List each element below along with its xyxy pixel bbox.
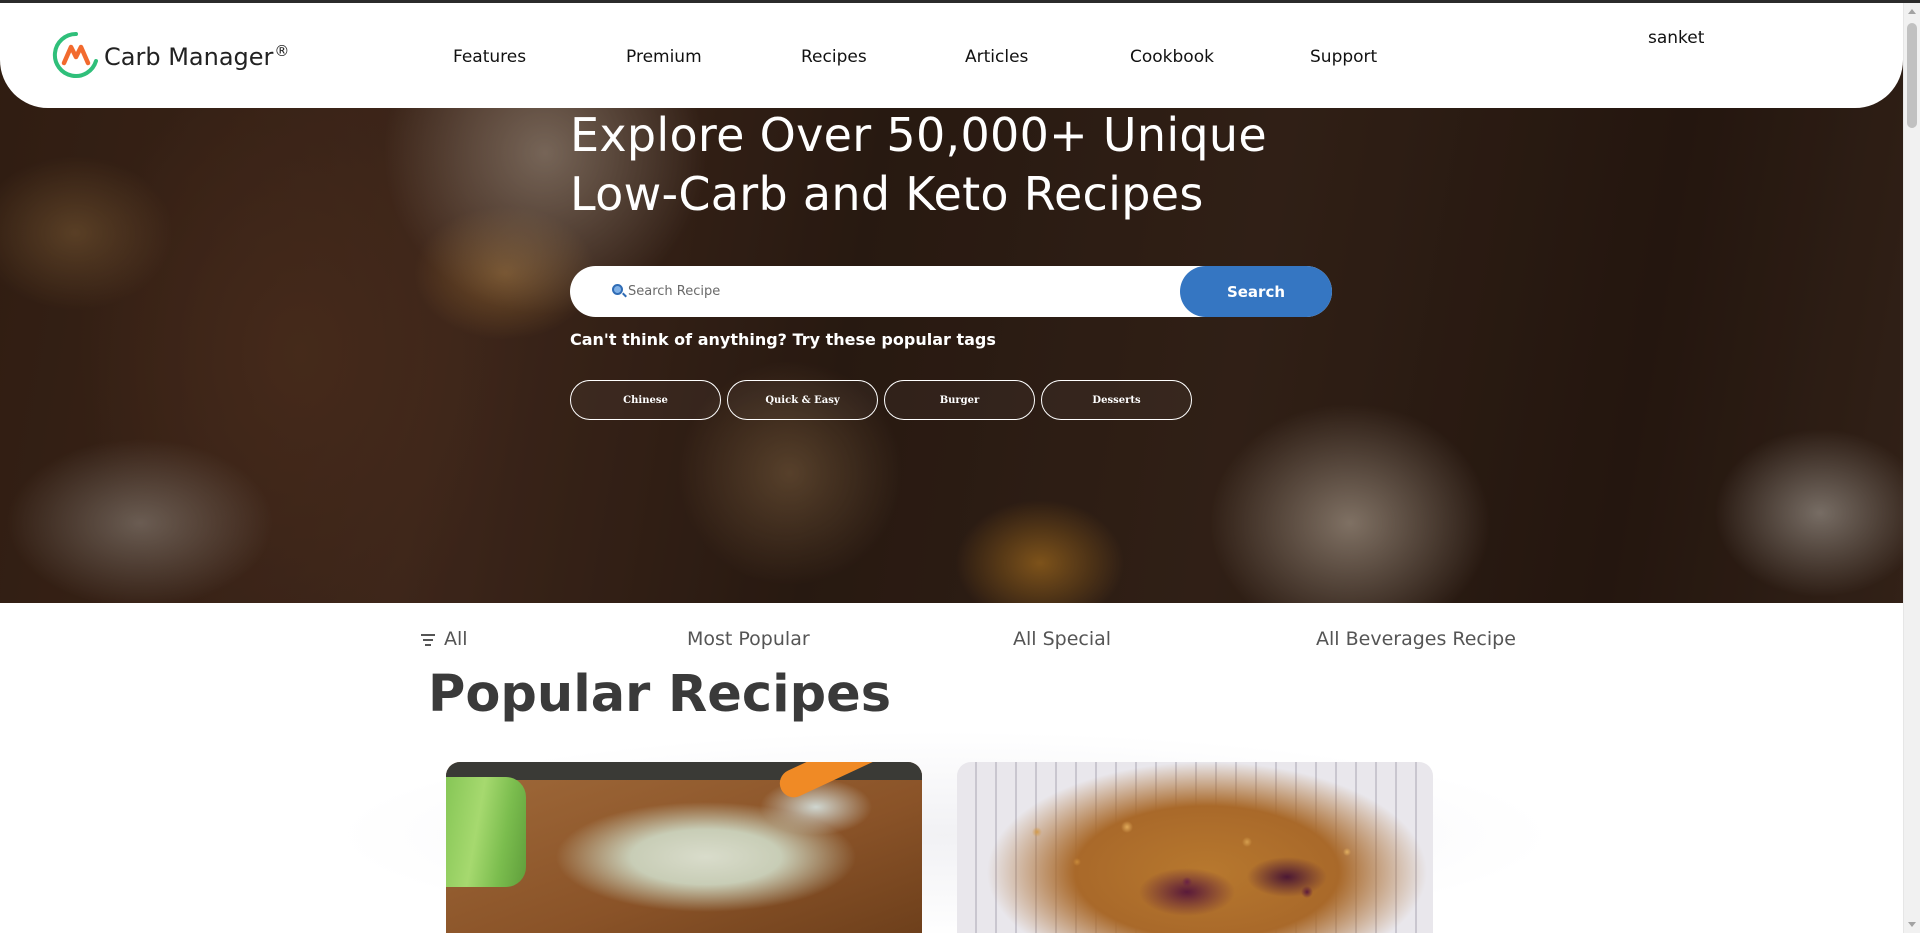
window-top-border (0, 0, 1920, 3)
celery-sticks-image (446, 777, 526, 887)
nav-premium[interactable]: Premium (626, 47, 702, 67)
search-button[interactable]: Search (1180, 266, 1332, 317)
tag-desserts[interactable]: Desserts (1041, 380, 1192, 420)
tag-burger[interactable]: Burger (884, 380, 1035, 420)
search-icon (612, 284, 623, 295)
hero-content: Explore Over 50,000+ Unique Low-Carb and… (570, 106, 1332, 420)
popular-tags: Chinese Quick & Easy Burger Desserts (570, 380, 1192, 420)
filter-all[interactable]: All (444, 628, 468, 650)
brand-name[interactable]: Carb Manager® (104, 42, 289, 71)
nav-recipes[interactable]: Recipes (801, 47, 867, 67)
recipe-search-bar: Search (570, 266, 1332, 317)
filter-all-beverages[interactable]: All Beverages Recipe (1316, 628, 1516, 650)
logo-icon[interactable] (52, 31, 100, 79)
site-header: Carb Manager® Features Premium Recipes A… (0, 3, 1903, 108)
search-input[interactable] (628, 278, 1168, 304)
crumble-texture-image (1017, 802, 1377, 933)
popular-tags-hint: Can't think of anything? Try these popul… (570, 330, 996, 349)
scroll-down-arrow-icon[interactable] (1908, 922, 1916, 927)
user-account-name[interactable]: sanket (1648, 28, 1704, 48)
recipe-card-dip[interactable] (446, 762, 922, 933)
tag-chinese[interactable]: Chinese (570, 380, 721, 420)
scroll-thumb[interactable] (1907, 23, 1917, 128)
nav-features[interactable]: Features (453, 47, 526, 67)
scroll-up-arrow-icon[interactable] (1908, 9, 1916, 14)
page-scrollbar[interactable] (1903, 3, 1920, 933)
nav-support[interactable]: Support (1310, 47, 1377, 67)
filter-icon (421, 634, 435, 646)
filter-all-special[interactable]: All Special (1013, 628, 1111, 650)
tag-quick-easy[interactable]: Quick & Easy (727, 380, 878, 420)
section-title: Popular Recipes (428, 665, 892, 724)
nav-articles[interactable]: Articles (965, 47, 1028, 67)
registered-mark: ® (274, 42, 290, 60)
nav-cookbook[interactable]: Cookbook (1130, 47, 1214, 67)
recipe-card-crumble[interactable] (957, 762, 1433, 933)
brand-text: Carb Manager (104, 43, 274, 71)
filter-most-popular[interactable]: Most Popular (687, 628, 810, 650)
hero-title: Explore Over 50,000+ Unique Low-Carb and… (570, 108, 1267, 221)
